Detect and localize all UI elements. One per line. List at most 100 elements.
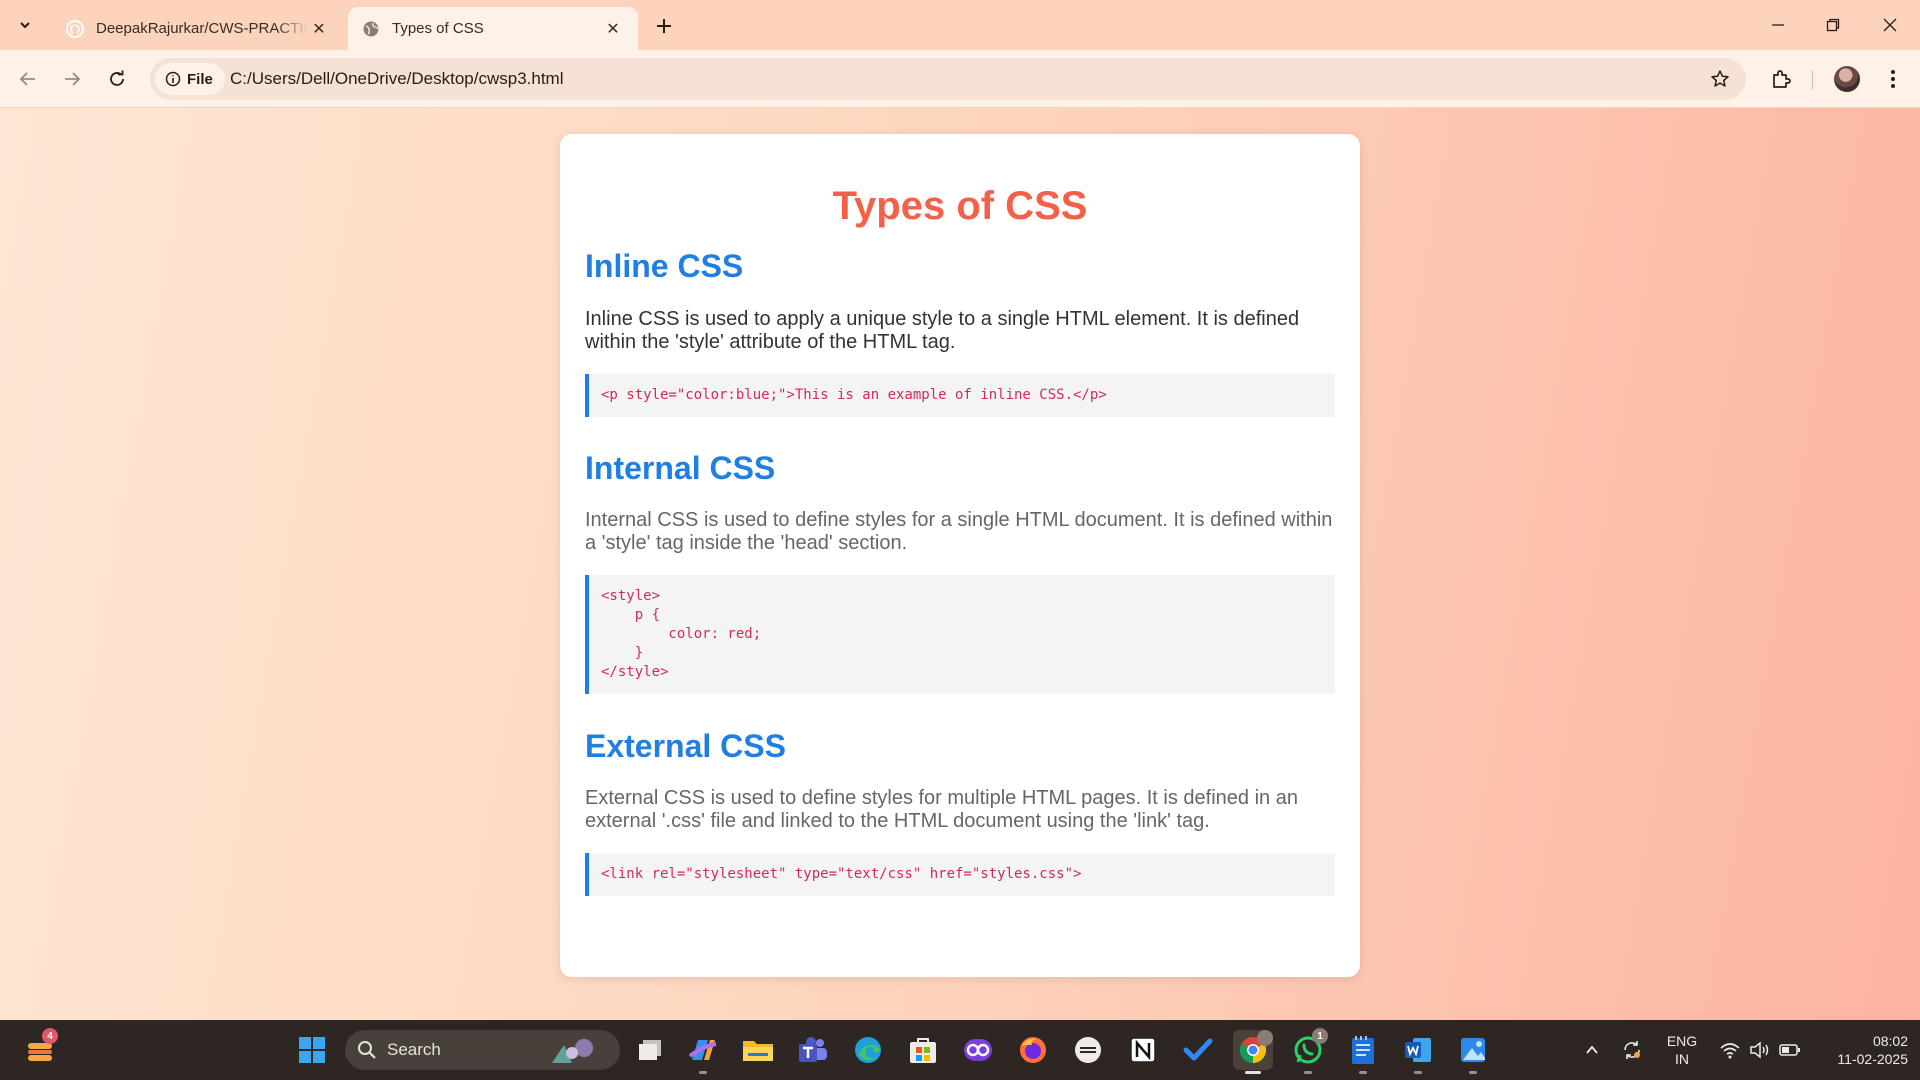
browser-menu-button[interactable]	[1877, 63, 1909, 95]
avatar	[1834, 66, 1860, 92]
notion-app[interactable]	[1123, 1030, 1163, 1070]
toolbar-divider	[1812, 70, 1813, 90]
volume-icon	[1750, 1041, 1769, 1059]
close-icon[interactable]: ✕	[308, 18, 330, 40]
site-info-label: File	[187, 70, 213, 88]
word-icon	[1405, 1038, 1431, 1062]
tab-search-button[interactable]	[8, 10, 42, 40]
minimize-button[interactable]	[1755, 8, 1801, 42]
task-view-icon	[639, 1040, 661, 1060]
page-viewport: Types of CSS Inline CSS Inline CSS is us…	[0, 108, 1920, 1020]
window-close-button[interactable]	[1867, 8, 1913, 42]
bookmark-button[interactable]	[1710, 69, 1730, 94]
plus-icon	[657, 19, 671, 33]
clipchamp-app[interactable]	[958, 1030, 998, 1070]
profile-badge-icon	[1257, 1030, 1273, 1046]
tab-title: DeepakRajurkar/CWS-PRACTICAL	[96, 20, 308, 37]
section-heading-inline: Inline CSS	[585, 248, 744, 284]
word-app[interactable]	[1398, 1030, 1438, 1074]
profile-button[interactable]	[1831, 63, 1863, 95]
checkmark-icon	[1183, 1038, 1213, 1061]
github-icon	[66, 19, 84, 38]
tool-app[interactable]	[1068, 1030, 1108, 1070]
chevron-down-icon	[20, 22, 30, 29]
teams-icon	[799, 1037, 827, 1062]
forward-button[interactable]	[56, 63, 88, 95]
clock-time: 08:02	[1872, 1033, 1908, 1049]
close-icon	[1883, 18, 1897, 32]
task-view-button[interactable]	[630, 1030, 670, 1070]
edge-icon	[855, 1037, 881, 1063]
clock[interactable]: 08:02 11-02-2025	[1812, 1032, 1908, 1068]
more-vertical-icon	[1891, 70, 1895, 88]
store-icon	[910, 1038, 936, 1063]
notification-badge: 4	[42, 1028, 58, 1044]
taskbar: 4 Search 1 ENG IN 08:02 11-02-2025	[0, 1020, 1920, 1080]
todo-app[interactable]	[1178, 1030, 1218, 1070]
start-button[interactable]	[292, 1030, 332, 1070]
extensions-button[interactable]	[1765, 63, 1797, 95]
wifi-icon	[1720, 1043, 1740, 1059]
taskbar-search[interactable]: Search	[345, 1030, 620, 1070]
notification-badge: 1	[1312, 1028, 1328, 1044]
notepad-icon	[1352, 1036, 1374, 1064]
star-icon	[1711, 70, 1729, 87]
info-icon	[165, 71, 181, 87]
search-highlight-icon	[552, 1039, 593, 1063]
file-explorer-app[interactable]	[738, 1030, 778, 1070]
tab-title: Types of CSS	[392, 20, 484, 37]
photos-app[interactable]	[1453, 1030, 1493, 1074]
arrow-left-icon	[19, 72, 35, 86]
edge-app[interactable]	[848, 1030, 888, 1070]
tab-types-of-css[interactable]: Types of CSS ✕	[348, 7, 638, 50]
url-text[interactable]: C:/Users/Dell/OneDrive/Desktop/cwsp3.htm…	[230, 69, 563, 89]
search-icon	[358, 1041, 376, 1059]
browser-toolbar: File C:/Users/Dell/OneDrive/Desktop/cwsp…	[0, 50, 1920, 108]
restore-icon	[1826, 18, 1840, 32]
content-card: Types of CSS Inline CSS Inline CSS is us…	[560, 134, 1360, 977]
puzzle-icon	[1773, 70, 1791, 88]
section-description-external: External CSS is used to define styles fo…	[585, 787, 1298, 832]
page-title: Types of CSS	[832, 184, 1088, 228]
new-tab-button[interactable]	[650, 12, 678, 40]
chrome-app[interactable]	[1233, 1030, 1273, 1074]
section-heading-external: External CSS	[585, 728, 786, 764]
back-button[interactable]	[12, 63, 44, 95]
region-label: IN	[1675, 1051, 1689, 1067]
photos-icon	[1461, 1038, 1485, 1062]
copilot-app[interactable]	[683, 1030, 723, 1074]
globe-icon	[362, 20, 380, 38]
notepad-app[interactable]	[1343, 1030, 1383, 1074]
tab-github[interactable]: DeepakRajurkar/CWS-PRACTICAL ✕	[52, 7, 344, 50]
section-description-internal: Internal CSS is used to define styles fo…	[585, 509, 1333, 554]
section-description-inline: Inline CSS is used to apply a unique sty…	[585, 308, 1300, 353]
restore-button[interactable]	[1810, 8, 1856, 42]
section-heading-internal: Internal CSS	[585, 450, 776, 486]
close-icon[interactable]: ✕	[602, 18, 624, 40]
firefox-icon	[1020, 1037, 1046, 1063]
reload-button[interactable]	[101, 63, 133, 95]
arrow-right-icon	[65, 72, 81, 86]
show-hidden-icons-button[interactable]	[1572, 1030, 1612, 1070]
tab-strip: DeepakRajurkar/CWS-PRACTICAL ✕ Types of …	[0, 0, 1920, 50]
address-bar[interactable]: File C:/Users/Dell/OneDrive/Desktop/cwsp…	[150, 58, 1746, 100]
notion-icon	[1130, 1037, 1156, 1063]
microsoft-store-app[interactable]	[903, 1030, 943, 1070]
sync-status-button[interactable]	[1612, 1030, 1652, 1070]
teams-app[interactable]	[793, 1030, 833, 1070]
whatsapp-app[interactable]: 1	[1288, 1028, 1328, 1074]
weather-widget[interactable]: 4	[20, 1028, 60, 1070]
chevron-up-icon	[1586, 1045, 1598, 1054]
clipchamp-icon	[964, 1039, 992, 1061]
language-indicator[interactable]: ENG IN	[1660, 1032, 1704, 1068]
code-block-internal: <style> p { color: red; } </style>	[585, 575, 1335, 694]
quick-settings-button[interactable]	[1705, 1030, 1815, 1070]
minimize-icon	[1772, 24, 1784, 26]
clock-date: 11-02-2025	[1837, 1051, 1908, 1067]
firefox-app[interactable]	[1013, 1030, 1053, 1070]
windows-icon	[299, 1037, 325, 1063]
search-label: Search	[387, 1040, 441, 1059]
reload-icon	[110, 70, 124, 86]
sync-icon	[1624, 1041, 1640, 1059]
site-info-chip[interactable]: File	[155, 63, 225, 95]
